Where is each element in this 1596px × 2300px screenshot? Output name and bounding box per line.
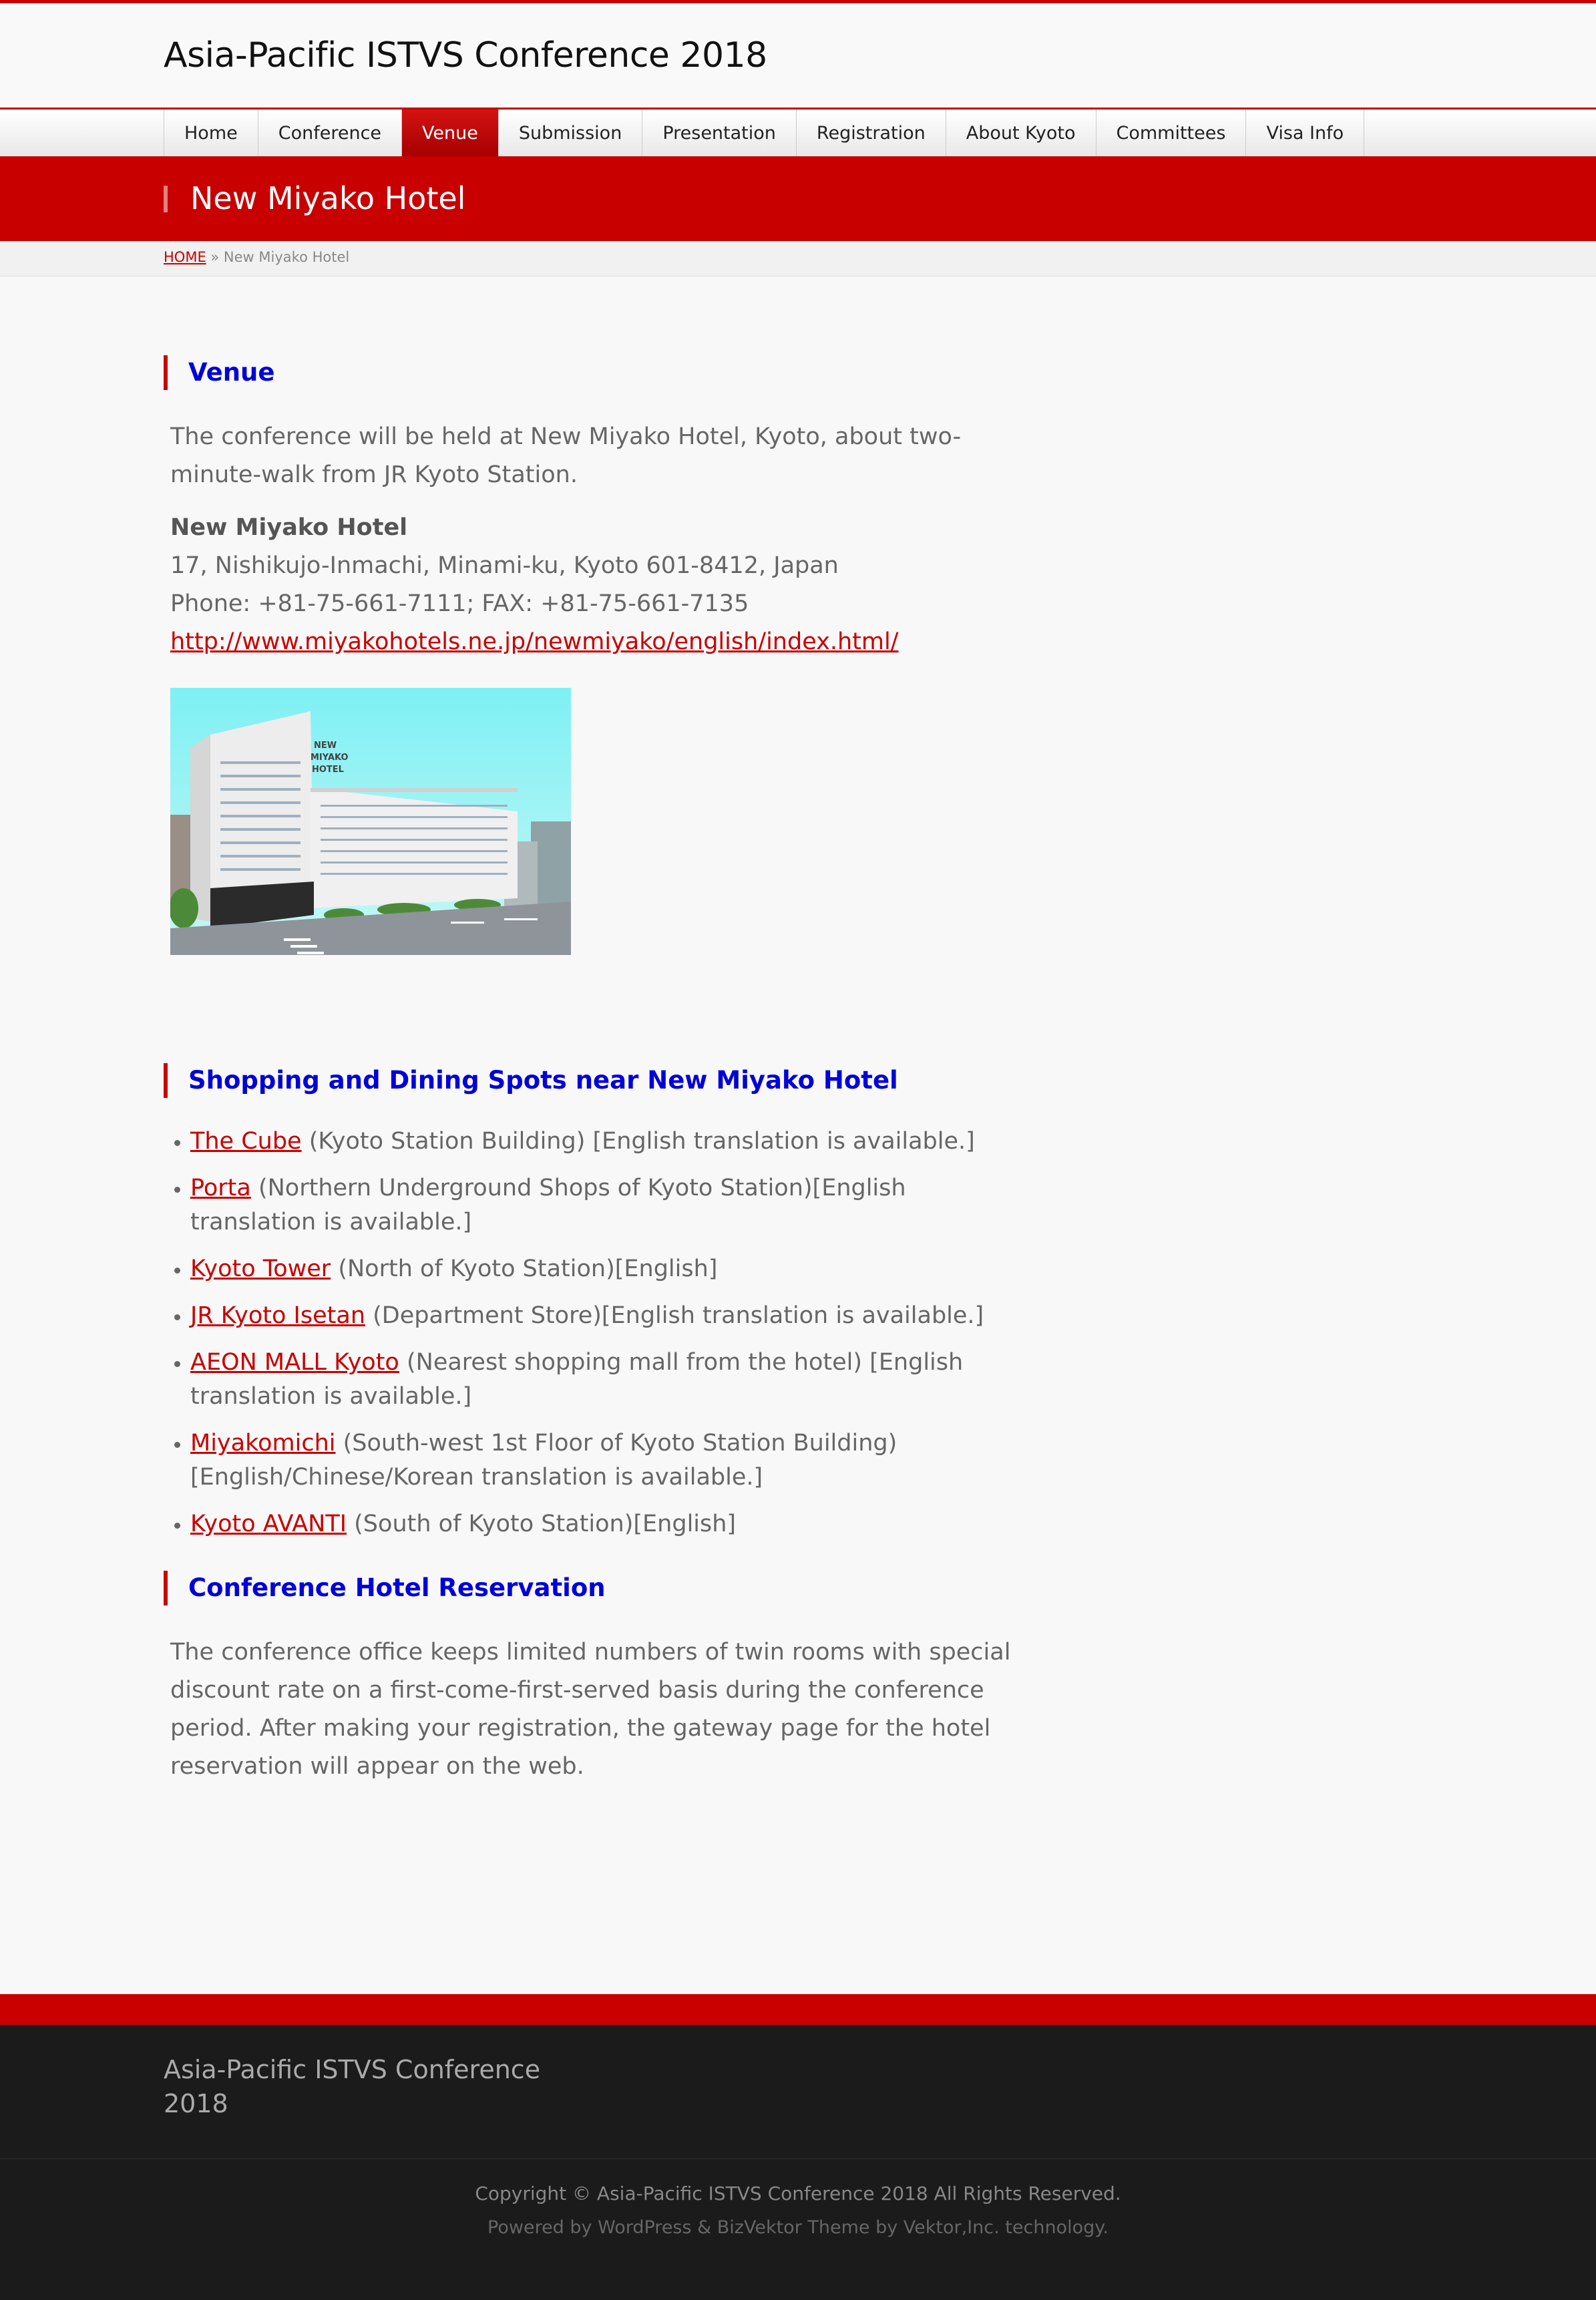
reservation-text: The conference office keeps limited numb… (170, 1639, 1011, 1780)
shop-link-miyakomichi[interactable]: Miyakomichi (190, 1430, 336, 1457)
nav-item-registration[interactable]: Registration (797, 110, 946, 156)
breadcrumb-current: New Miyako Hotel (223, 249, 350, 265)
hotel-phone: Phone: +81-75-661-7111; FAX: +81-75-661-… (170, 590, 749, 617)
svg-text:HOTEL: HOTEL (312, 765, 344, 775)
hotel-info: New Miyako Hotel 17, Nishikujo-Inmachi, … (164, 509, 1032, 661)
site-title[interactable]: Asia-Pacific ISTVS Conference 2018 (164, 35, 767, 75)
heading-marker (164, 355, 168, 390)
list-item: JR Kyoto Isetan (Department Store)[Engli… (164, 1299, 1032, 1333)
breadcrumb: HOME » New Miyako Hotel (0, 241, 1596, 276)
shop-description: (South of Kyoto Station)[English] (347, 1511, 737, 1537)
shop-link-kyoto-tower[interactable]: Kyoto Tower (190, 1256, 331, 1282)
nav-item-home[interactable]: Home (164, 110, 258, 156)
nav-item-conference[interactable]: Conference (258, 110, 403, 156)
list-item: AEON MALL Kyoto (Nearest shopping mall f… (164, 1346, 1032, 1414)
list-item: Kyoto AVANTI (South of Kyoto Station)[En… (164, 1507, 1032, 1541)
site-header: Asia-Pacific ISTVS Conference 2018 (0, 3, 1596, 110)
main-nav: Home Conference Venue Submission Present… (0, 110, 1596, 157)
list-item: Porta (Northern Underground Shops of Kyo… (164, 1171, 1032, 1239)
breadcrumb-separator: » (206, 249, 224, 265)
venue-heading-text: Venue (188, 358, 275, 387)
nav-item-submission[interactable]: Submission (499, 110, 643, 156)
shop-link-the-cube[interactable]: The Cube (190, 1128, 302, 1155)
nav-item-visa-info[interactable]: Visa Info (1246, 110, 1365, 156)
shop-description: (Northern Underground Shops of Kyoto Sta… (190, 1175, 906, 1235)
page-title-bar: New Miyako Hotel (0, 156, 1596, 242)
shop-description: (Department Store)[English translation i… (365, 1302, 984, 1329)
shop-link-porta[interactable]: Porta (190, 1175, 251, 1201)
shop-link-aeon-mall-kyoto[interactable]: AEON MALL Kyoto (190, 1349, 399, 1376)
shop-description: (North of Kyoto Station)[English] (331, 1256, 718, 1282)
heading-marker (164, 1571, 168, 1605)
nav-item-venue[interactable]: Venue (402, 110, 499, 156)
footer-divider (0, 2158, 1596, 2159)
shopping-list: The Cube (Kyoto Station Building) [Engli… (164, 1125, 1032, 1541)
page: Asia-Pacific ISTVS Conference 2018 Home … (0, 0, 1596, 2300)
list-item: Kyoto Tower (North of Kyoto Station)[Eng… (164, 1252, 1032, 1286)
heading-marker (164, 1063, 168, 1098)
footer-copyright: Copyright © Asia-Pacific ISTVS Conferenc… (475, 2182, 1121, 2205)
svg-text:NEW: NEW (314, 741, 337, 751)
footer-accent-bar (0, 1994, 1596, 2025)
reservation-heading: Conference Hotel Reservation (164, 1569, 1032, 1607)
shop-description: (Kyoto Station Building) [English transl… (301, 1128, 975, 1155)
list-item: Miyakomichi (South-west 1st Floor of Kyo… (164, 1426, 1032, 1495)
nav-menu: Home Conference Venue Submission Present… (164, 110, 1365, 156)
shopping-heading-text: Shopping and Dining Spots near New Miyak… (188, 1066, 898, 1095)
nav-item-about-kyoto[interactable]: About Kyoto (946, 110, 1096, 156)
shop-link-jr-kyoto-isetan[interactable]: JR Kyoto Isetan (190, 1302, 365, 1329)
shop-link-kyoto-avanti[interactable]: Kyoto AVANTI (190, 1511, 347, 1537)
shopping-heading: Shopping and Dining Spots near New Miyak… (164, 1062, 1032, 1099)
hotel-name: New Miyako Hotel (170, 514, 408, 541)
breadcrumb-home-link[interactable]: HOME (164, 249, 206, 265)
site-footer: Asia-Pacific ISTVS Conference 2018 Copyr… (0, 2025, 1596, 2300)
nav-item-presentation[interactable]: Presentation (642, 110, 797, 156)
nav-item-committees[interactable]: Committees (1096, 110, 1247, 156)
footer-powered-by: Powered by WordPress & BizVektor Theme b… (487, 2217, 1109, 2238)
hotel-website-link[interactable]: http://www.miyakohotels.ne.jp/newmiyako/… (170, 628, 898, 655)
footer-site-name[interactable]: Asia-Pacific ISTVS Conference 2018 (164, 2053, 551, 2121)
venue-heading: Venue (164, 354, 1032, 391)
venue-intro: The conference will be held at New Miyak… (170, 423, 962, 488)
hotel-address: 17, Nishikujo-Inmachi, Minami-ku, Kyoto … (170, 552, 839, 579)
page-title: New Miyako Hotel (190, 180, 466, 216)
hotel-photo: NEW MIYAKO HOTEL (170, 688, 571, 955)
title-marker (164, 186, 168, 212)
list-item: The Cube (Kyoto Station Building) [Engli… (164, 1125, 1032, 1159)
reservation-heading-text: Conference Hotel Reservation (188, 1573, 606, 1602)
main-content: Venue The conference will be held at New… (164, 354, 1032, 1786)
svg-text:MIYAKO: MIYAKO (311, 753, 349, 763)
